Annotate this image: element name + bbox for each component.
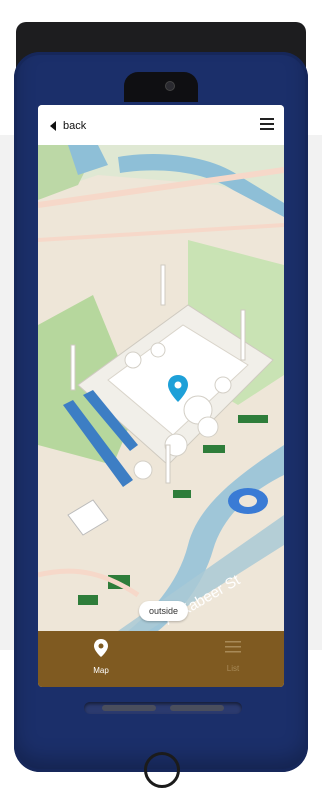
tab-map[interactable]: Map	[71, 639, 131, 679]
phone-device: back Al Kabeer St outside Map List	[14, 22, 308, 772]
list-icon	[225, 641, 241, 653]
back-label: back	[63, 120, 87, 132]
app-header: back	[38, 105, 284, 146]
app-screen: back Al Kabeer St outside Map List	[38, 105, 284, 687]
back-button[interactable]: back	[50, 117, 86, 135]
camera-notch	[124, 72, 198, 102]
wrist-strap-loop	[144, 752, 180, 788]
hamburger-icon[interactable]	[260, 118, 274, 130]
speaker-grille	[84, 702, 242, 714]
tab-list-label: List	[226, 664, 240, 673]
map-pin-icon	[94, 639, 108, 657]
map-view[interactable]: Al Kabeer St	[38, 145, 284, 631]
camera-icon	[165, 81, 175, 91]
tab-map-label: Map	[93, 666, 109, 675]
back-arrow-icon	[50, 121, 56, 131]
bottom-nav: Map List	[38, 631, 284, 687]
outside-toggle-button[interactable]: outside	[139, 601, 189, 621]
tab-list[interactable]: List	[203, 639, 263, 679]
